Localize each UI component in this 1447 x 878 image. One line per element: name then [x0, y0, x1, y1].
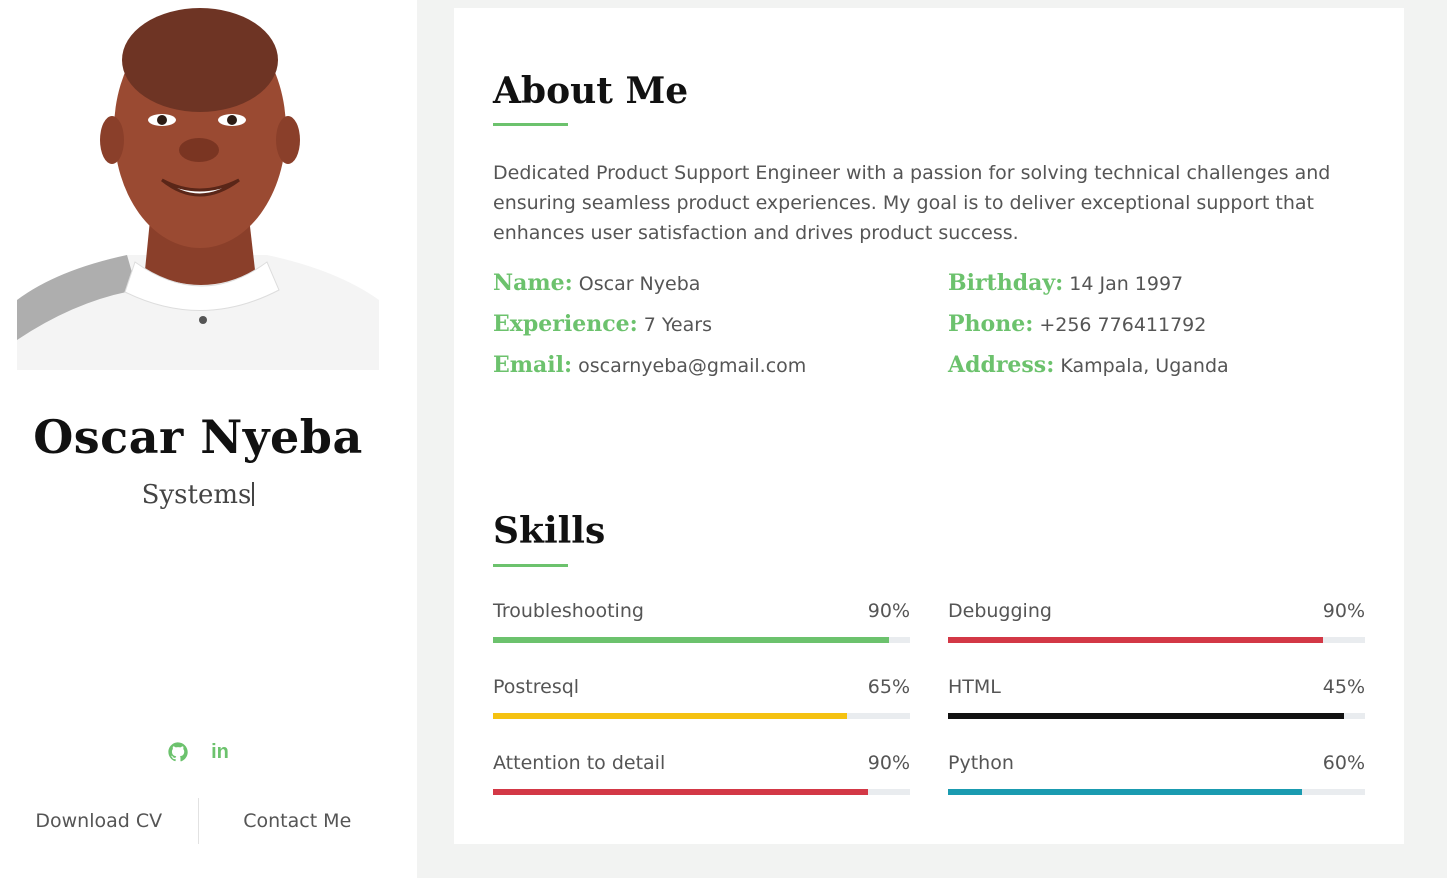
skill-python: Python 60%: [948, 752, 1365, 795]
info-birthday: Birthday: 14 Jan 1997: [948, 270, 1183, 296]
skill-progress-fill: [948, 789, 1303, 795]
skill-troubleshooting: Troubleshooting 90%: [493, 600, 910, 643]
info-name-value: Oscar Nyeba: [578, 273, 701, 295]
github-icon[interactable]: [166, 740, 190, 764]
skill-label: HTML: [948, 676, 1001, 698]
info-address-value: Kampala, Uganda: [1060, 355, 1229, 377]
info-experience: Experience: 7 Years: [493, 311, 712, 337]
typed-role-text: Systems: [0, 480, 396, 510]
skill-progress-track: [948, 713, 1365, 719]
skill-progress-track: [493, 637, 910, 643]
skill-attention-to-detail: Attention to detail 90%: [493, 752, 910, 795]
info-email: Email: oscarnyeba@gmail.com: [493, 352, 806, 378]
info-phone-value: +256 776411792: [1039, 314, 1207, 336]
info-experience-label: Experience:: [493, 311, 638, 337]
profile-photo: [17, 0, 379, 370]
skill-progress-fill: [493, 637, 890, 643]
skill-label: Troubleshooting: [493, 600, 644, 622]
skill-progress-track: [493, 789, 910, 795]
typing-cursor: [252, 482, 255, 506]
skill-percent: 45%: [1322, 676, 1365, 698]
about-title-underline: [493, 123, 568, 126]
skill-label: Python: [948, 752, 1014, 774]
skills-title: Skills: [493, 510, 606, 552]
skill-progress-track: [948, 637, 1365, 643]
skill-progress-track: [493, 713, 910, 719]
info-phone-label: Phone:: [948, 311, 1034, 337]
skill-html: HTML 45%: [948, 676, 1365, 719]
info-email-value: oscarnyeba@gmail.com: [578, 355, 807, 377]
about-description: Dedicated Product Support Engineer with …: [493, 162, 1331, 244]
info-experience-value: 7 Years: [643, 314, 712, 336]
skill-percent: 65%: [867, 676, 910, 698]
skill-progress-fill: [493, 713, 848, 719]
skill-progress-track: [948, 789, 1365, 795]
info-email-label: Email:: [493, 352, 573, 378]
info-address-label: Address:: [948, 352, 1055, 378]
contact-me-button[interactable]: Contact Me: [199, 798, 397, 844]
skill-progress-fill: [948, 637, 1324, 643]
skill-postresql: Postresql 65%: [493, 676, 910, 719]
typed-role-value: Systems: [141, 480, 252, 510]
skill-label: Postresql: [493, 676, 580, 698]
skill-progress-fill: [493, 789, 869, 795]
profile-sidebar: Oscar Nyeba Systems in Download CV Conta…: [0, 0, 417, 878]
skill-percent: 60%: [1322, 752, 1365, 774]
download-cv-button[interactable]: Download CV: [0, 798, 198, 844]
skill-label: Attention to detail: [493, 752, 666, 774]
profile-name: Oscar Nyeba: [33, 410, 363, 464]
info-name: Name: Oscar Nyeba: [493, 270, 700, 296]
linkedin-icon[interactable]: in: [208, 740, 232, 764]
skill-progress-fill: [948, 713, 1345, 719]
sidebar-actions: Download CV Contact Me: [0, 798, 396, 844]
about-title: About Me: [493, 70, 689, 112]
skill-debugging: Debugging 90%: [948, 600, 1365, 643]
skills-title-underline: [493, 564, 568, 567]
info-phone: Phone: +256 776411792: [948, 311, 1206, 337]
main-content-card: About Me Dedicated Product Support Engin…: [454, 8, 1404, 844]
info-birthday-value: 14 Jan 1997: [1069, 273, 1184, 295]
social-links: in: [166, 740, 232, 764]
skill-label: Debugging: [948, 600, 1052, 622]
skill-percent: 90%: [1322, 600, 1365, 622]
info-address: Address: Kampala, Uganda: [948, 352, 1229, 378]
info-name-label: Name:: [493, 270, 573, 296]
info-birthday-label: Birthday:: [948, 270, 1064, 296]
skill-percent: 90%: [867, 600, 910, 622]
skill-percent: 90%: [867, 752, 910, 774]
